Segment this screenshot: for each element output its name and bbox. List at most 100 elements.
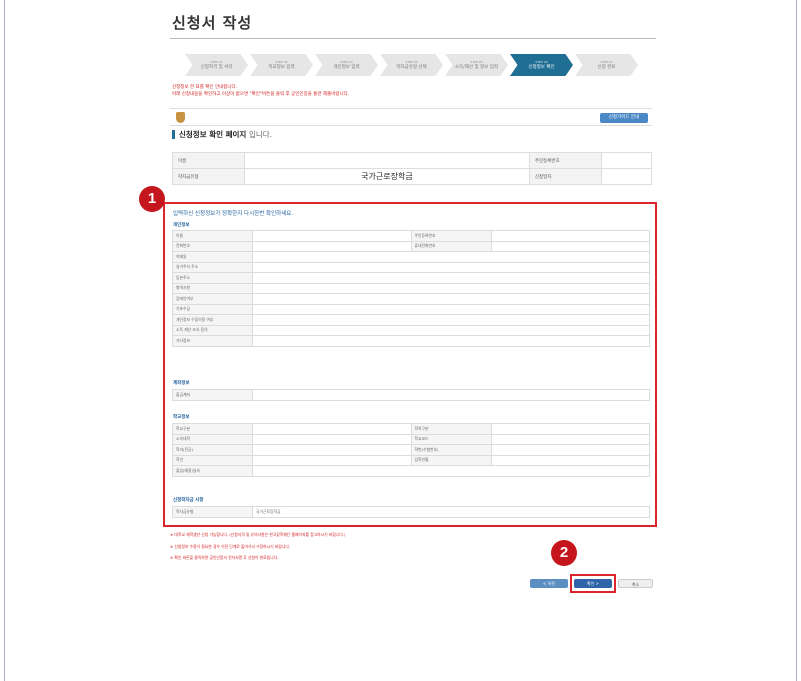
step-3: STEP 03 개인정보 입력 <box>315 54 378 76</box>
field-label: 병역사항 <box>172 282 253 294</box>
title-divider <box>170 38 656 39</box>
field-label: 전화번호 <box>172 240 253 252</box>
table-row: 장애인여부 <box>172 293 650 305</box>
callout-badge-2: 2 <box>551 540 577 566</box>
section-title-text: 신청정보 확인 페이지 <box>179 130 247 139</box>
field-label: 졸업(예정)일자 <box>172 465 253 477</box>
callout-box-2 <box>570 574 616 593</box>
field-label: 기초수급 <box>172 303 253 315</box>
step-label: 신청 완료 <box>597 64 616 70</box>
table-row: 기타정보 <box>172 335 650 347</box>
field-label: 소득 재산 조사 동의 <box>172 324 253 336</box>
callout-badge-1: 1 <box>139 186 165 212</box>
account-table: 출금계좌 <box>172 389 650 401</box>
account-heading: 계좌정보 <box>173 381 190 386</box>
field-label: 휴대전화번호 <box>410 240 492 252</box>
notes: ※ 대학교 재학생만 신청 가능합니다. (신청자격 및 유의사항은 한국장학재… <box>170 532 346 567</box>
field-value: 국가근로장학금 <box>252 506 650 518</box>
guide-text: 입력하신 신청정보가 정확한지 다시한번 확인하세요. <box>173 211 294 217</box>
school-heading: 학교정보 <box>173 415 190 420</box>
field-label: 장애인여부 <box>172 293 253 305</box>
step-label: 개인정보 입력 <box>333 64 360 70</box>
step-6-active: STEP 06 신청정보 확인 <box>510 54 573 76</box>
step-number: STEP 06 <box>535 59 548 64</box>
summary-table: 이름 주민등록번호 학자금유형 국가근로장학금 신청일자 <box>172 152 653 185</box>
step-7: STEP 07 신청 완료 <box>575 54 638 76</box>
field-label: 입학연월 <box>410 454 492 466</box>
step-label: 소득/재산 및 정보 입력 <box>454 64 499 70</box>
table-row: 출금계좌 <box>172 389 650 401</box>
type-value: 국가근로장학금 <box>244 168 530 185</box>
step-number: STEP 05 <box>470 59 483 64</box>
step-label: 학자금유형 선택 <box>396 64 427 70</box>
notice-line: 신청정보 한 표를 확인 안내합니다. <box>172 85 238 90</box>
shield-icon <box>176 112 185 123</box>
step-1: STEP 01 신청자격 및 서약 <box>185 54 248 76</box>
field-label: 출금계좌 <box>172 389 253 401</box>
field-label: 학년 <box>172 454 253 466</box>
table-row: 전화번호 휴대전화번호 <box>172 240 650 252</box>
extra-table: 학자금유형 국가근로장학금 <box>172 506 650 518</box>
rrn-label: 주민등록번호 <box>528 152 602 169</box>
field-label: 이름 <box>172 230 253 242</box>
table-row: 소속대학 학교코드 <box>172 433 650 445</box>
step-5: STEP 05 소득/재산 및 정보 입력 <box>445 54 508 76</box>
notice-text: 신청정보 한 표를 확인 안내합니다. 아래 신청내용을 확인하고 이상이 없으… <box>172 84 349 98</box>
field-label: 실거주지 주소 <box>172 261 253 273</box>
step-number: STEP 04 <box>405 59 418 64</box>
section-title: 신청정보 확인 페이지 입니다. <box>172 130 272 139</box>
table-row: 실거주지 주소 <box>172 261 650 273</box>
school-table: 학교구분 학적구분 소속대학 학교코드 학과(전공) 학번(수험번호) 학년 입학연월 … <box>172 423 650 477</box>
field-label: 학자금유형 <box>172 506 253 518</box>
cancel-button[interactable]: 취소 <box>618 579 653 588</box>
note-line: ※ 확인 버튼을 클릭하면 공인인증서 전자서명 후 신청이 완료됩니다. <box>170 555 279 560</box>
step-4: STEP 04 학자금유형 선택 <box>380 54 443 76</box>
prev-button[interactable]: < 이전 <box>530 579 568 588</box>
field-label: 학번(수험번호) <box>410 444 492 456</box>
table-row: 등본주소 <box>172 272 650 284</box>
table-row: 졸업(예정)일자 <box>172 465 650 477</box>
field-label: 학교코드 <box>410 433 492 445</box>
step-number: STEP 03 <box>340 59 353 64</box>
date-value <box>600 168 653 185</box>
step-label: 학교정보 입력 <box>268 64 295 70</box>
table-row: 학자금유형 국가근로장학금 <box>172 506 650 518</box>
field-label: 기타정보 <box>172 335 253 347</box>
table-row: 학년 입학연월 <box>172 454 650 466</box>
table-row: 기초수급 <box>172 303 650 315</box>
table-row: 이메일 <box>172 251 650 263</box>
table-row: 개인정보 수집이용 여부 <box>172 314 650 326</box>
step-number: STEP 07 <box>600 59 613 64</box>
field-label: 등본주소 <box>172 272 253 284</box>
guide-banner: 신청가이드 안내 <box>170 108 652 126</box>
notice-line: 아래 신청내용을 확인하고 이상이 없으면 "확인"버튼을 클릭 후 공인인증을… <box>172 92 350 97</box>
field-label: 이메일 <box>172 251 253 263</box>
name-value <box>244 152 530 169</box>
field-label: 학교구분 <box>172 423 253 435</box>
step-number: STEP 01 <box>210 59 223 64</box>
field-label: 소속대학 <box>172 433 253 445</box>
step-label: 신청정보 확인 <box>528 64 555 70</box>
personal-heading: 개인정보 <box>173 223 190 228</box>
table-row: 학과(전공) 학번(수험번호) <box>172 444 650 456</box>
rrn-value <box>600 152 653 169</box>
table-row: 소득 재산 조사 동의 <box>172 324 650 336</box>
apply-guide-button[interactable]: 신청가이드 안내 <box>600 113 648 123</box>
table-row: 이름 주민등록번호 <box>172 230 650 242</box>
table-row: 병역사항 <box>172 282 650 294</box>
step-progress: STEP 01 신청자격 및 서약 STEP 02 학교정보 입력 STEP 03 개… <box>185 54 640 76</box>
type-label: 학자금유형 <box>172 168 245 185</box>
note-line: ※ 대학교 재학생만 신청 가능합니다. (신청자격 및 유의사항은 한국장학재… <box>170 532 346 537</box>
section-title-suffix: 입니다. <box>248 130 273 139</box>
note-line: ※ 신청정보 수정이 필요한 경우 이전 단계로 돌아가서 수정하시기 바랍니다… <box>170 543 291 549</box>
personal-table: 이름 주민등록번호 전화번호 휴대전화번호 이메일 실거주지 주소 등본주소 병역사… <box>172 230 650 347</box>
table-row: 학교구분 학적구분 <box>172 423 650 435</box>
field-label: 학적구분 <box>410 423 492 435</box>
page-title: 신청서 작성 <box>172 14 253 32</box>
step-2: STEP 02 학교정보 입력 <box>250 54 313 76</box>
field-label: 주민등록번호 <box>410 230 492 242</box>
step-number: STEP 02 <box>275 59 288 64</box>
field-label: 개인정보 수집이용 여부 <box>172 314 253 326</box>
date-label: 신청일자 <box>528 168 602 185</box>
step-label: 신청자격 및 서약 <box>200 64 233 70</box>
